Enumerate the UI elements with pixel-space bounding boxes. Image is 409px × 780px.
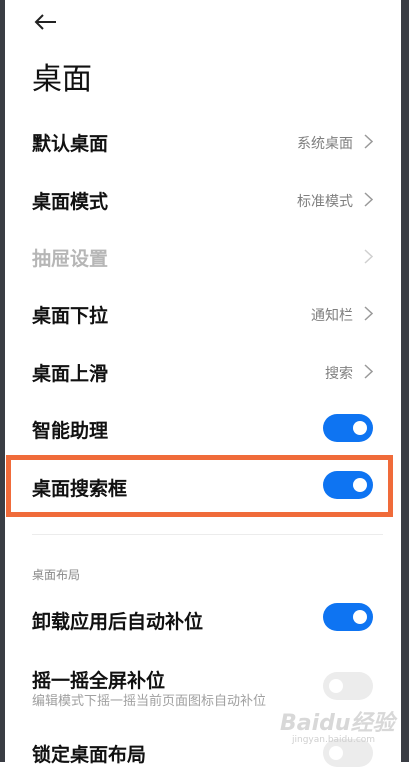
toggle-knob [329,746,343,760]
toggle-knob [329,679,343,693]
section-title: 桌面布局 [32,568,81,582]
setting-desktop-mode[interactable]: 桌面模式 标准模式 [0,170,401,227]
auto-fill-toggle[interactable] [323,603,373,631]
setting-value: 系统桌面 [297,136,353,152]
section-divider [32,534,383,535]
setting-label: 锁定桌面布局 [32,744,147,766]
setting-value: 通知栏 [311,308,353,324]
setting-swipe-down[interactable]: 桌面下拉 通知栏 [0,284,401,341]
setting-label: 默认桌面 [32,133,109,155]
highlight-box [6,455,393,517]
setting-label: 摇一摇全屏补位 [32,670,166,692]
screen-edge-right [401,0,409,762]
chevron-right-icon [364,192,373,207]
chevron-right-icon [364,306,373,321]
page-title: 桌面 [32,62,92,97]
back-arrow-icon[interactable] [32,10,62,34]
setting-default-desktop[interactable]: 默认桌面 系统桌面 [0,112,401,169]
setting-shake-fill: 摇一摇全屏补位 编辑模式下摇一摇当前页面图标自动补位 [0,648,401,710]
toggle-knob [353,610,367,624]
baidu-watermark: Baidu经验 [280,711,395,736]
setting-auto-fill: 卸载应用后自动补位 [0,590,401,647]
shake-fill-toggle[interactable] [323,672,373,700]
setting-value: 搜索 [325,366,353,382]
chevron-right-icon [364,134,373,149]
setting-label: 卸载应用后自动补位 [32,611,204,633]
setting-label: 智能助理 [32,420,109,442]
setting-value: 标准模式 [297,194,353,210]
setting-subtitle: 编辑模式下摇一摇当前页面图标自动补位 [32,694,267,709]
setting-swipe-up[interactable]: 桌面上滑 搜索 [0,342,401,399]
smart-assistant-toggle[interactable] [323,414,373,442]
toggle-knob [353,421,367,435]
chevron-right-icon [364,364,373,379]
chevron-right-icon [364,249,373,264]
setting-smart-assistant: 智能助理 [0,399,401,456]
setting-label: 桌面上滑 [32,363,109,385]
setting-label: 桌面下拉 [32,305,109,327]
setting-drawer: 抽屉设置 [0,227,401,284]
setting-label: 桌面模式 [32,191,109,213]
baidu-watermark-url: jingyan.baidu.com [292,735,376,745]
setting-label: 抽屉设置 [32,248,109,270]
